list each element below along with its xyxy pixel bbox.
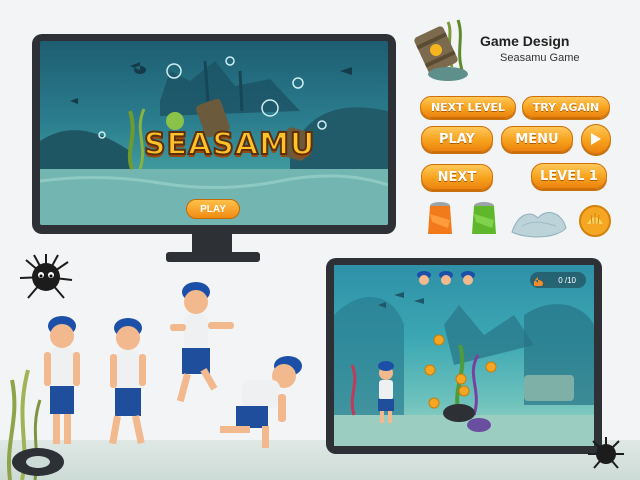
tablet-game-screen (334, 265, 594, 446)
monitor-play-button[interactable]: PLAY (186, 199, 240, 219)
sea-urchin-small-icon (588, 437, 624, 469)
monitor-game-screen: SEASAMU PLAY (40, 41, 388, 225)
game-logo: SEASAMU (143, 126, 316, 163)
green-can-icon (472, 202, 496, 234)
score-counter: 0 /10 (530, 272, 586, 288)
character-pose-standing (44, 316, 80, 444)
monitor-stand-base (166, 252, 260, 262)
next-level-button[interactable]: NEXT LEVEL (420, 96, 516, 118)
next-button[interactable]: NEXT (421, 164, 493, 190)
character-pose-walking (109, 318, 146, 445)
sea-urchin-icon (19, 254, 73, 299)
level-1-button[interactable]: LEVEL 1 (531, 163, 607, 189)
monitor-stand-neck (192, 234, 232, 254)
header-title: Game Design (480, 33, 570, 49)
play-button[interactable]: PLAY (421, 126, 493, 152)
score-value: 0 /10 (558, 275, 576, 285)
play-arrow-button[interactable] (581, 124, 611, 154)
try-again-button[interactable]: TRY AGAIN (522, 96, 610, 118)
orange-can-icon (428, 202, 452, 234)
menu-button[interactable]: MENU (501, 126, 573, 152)
play-arrow-icon (591, 133, 601, 145)
fish-icon (534, 277, 544, 286)
radioactive-barrel-icon (414, 19, 468, 81)
header-subtitle: Seasamu Game (500, 52, 580, 64)
plastic-bag-icon (511, 212, 567, 238)
tablet-underwater-scene (334, 271, 594, 446)
character-pose-landing (220, 356, 302, 448)
gold-shell-coin-icon (579, 205, 611, 237)
